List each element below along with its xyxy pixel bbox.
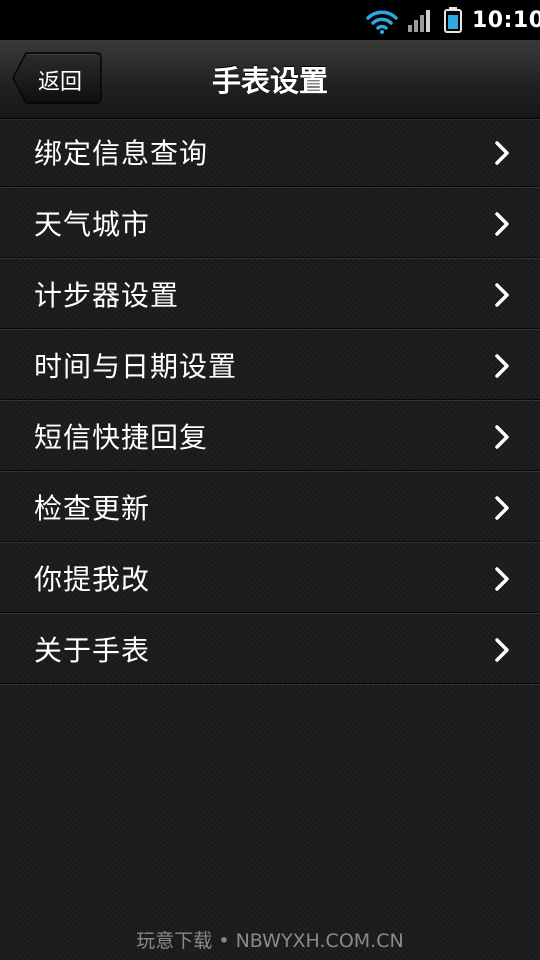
menu-item-about-watch[interactable]: 关于手表 [0, 615, 540, 684]
menu-item-weather-city[interactable]: 天气城市 [0, 189, 540, 258]
menu-item-label: 短信快捷回复 [34, 421, 209, 454]
menu-item-date-time-settings[interactable]: 时间与日期设置 [0, 331, 540, 400]
wifi-icon [366, 10, 398, 34]
menu-item-label: 计步器设置 [34, 279, 180, 312]
menu-item-label: 关于手表 [34, 634, 151, 667]
menu-item-label: 天气城市 [34, 208, 151, 241]
status-bar: 10:10 [0, 0, 540, 40]
menu-item-sms-quick-reply[interactable]: 短信快捷回复 [0, 402, 540, 471]
menu-item-label: 你提我改 [34, 563, 151, 596]
menu-item-binding-info[interactable]: 绑定信息查询 [0, 118, 540, 187]
title-bar: 返回 手表设置 [0, 40, 540, 119]
signal-icon [408, 10, 430, 32]
chevron-right-icon [495, 567, 509, 591]
chevron-right-icon [495, 141, 509, 165]
menu-item-label: 绑定信息查询 [34, 137, 209, 170]
screen: 10:10 返回 手表设置 绑定信息查询 天气城市 计步器设置 时间与日期设置 … [0, 0, 540, 960]
chevron-right-icon [495, 212, 509, 236]
menu-item-feedback[interactable]: 你提我改 [0, 544, 540, 613]
page-title: 手表设置 [211, 64, 328, 98]
menu-item-label: 检查更新 [34, 492, 151, 525]
status-clock: 10:10 [472, 8, 540, 33]
chevron-right-icon [495, 425, 509, 449]
menu-item-label: 时间与日期设置 [34, 350, 238, 383]
settings-menu-list: 绑定信息查询 天气城市 计步器设置 时间与日期设置 短信快捷回复 检查更新 你提… [0, 118, 540, 686]
chevron-right-icon [495, 638, 509, 662]
chevron-right-icon [495, 354, 509, 378]
watermark-text: 玩意下载 • NBWYXH.COM.CN [136, 930, 404, 952]
chevron-right-icon [495, 283, 509, 307]
battery-icon [444, 7, 462, 33]
menu-item-check-update[interactable]: 检查更新 [0, 473, 540, 542]
menu-item-pedometer-settings[interactable]: 计步器设置 [0, 260, 540, 329]
chevron-right-icon [495, 496, 509, 520]
